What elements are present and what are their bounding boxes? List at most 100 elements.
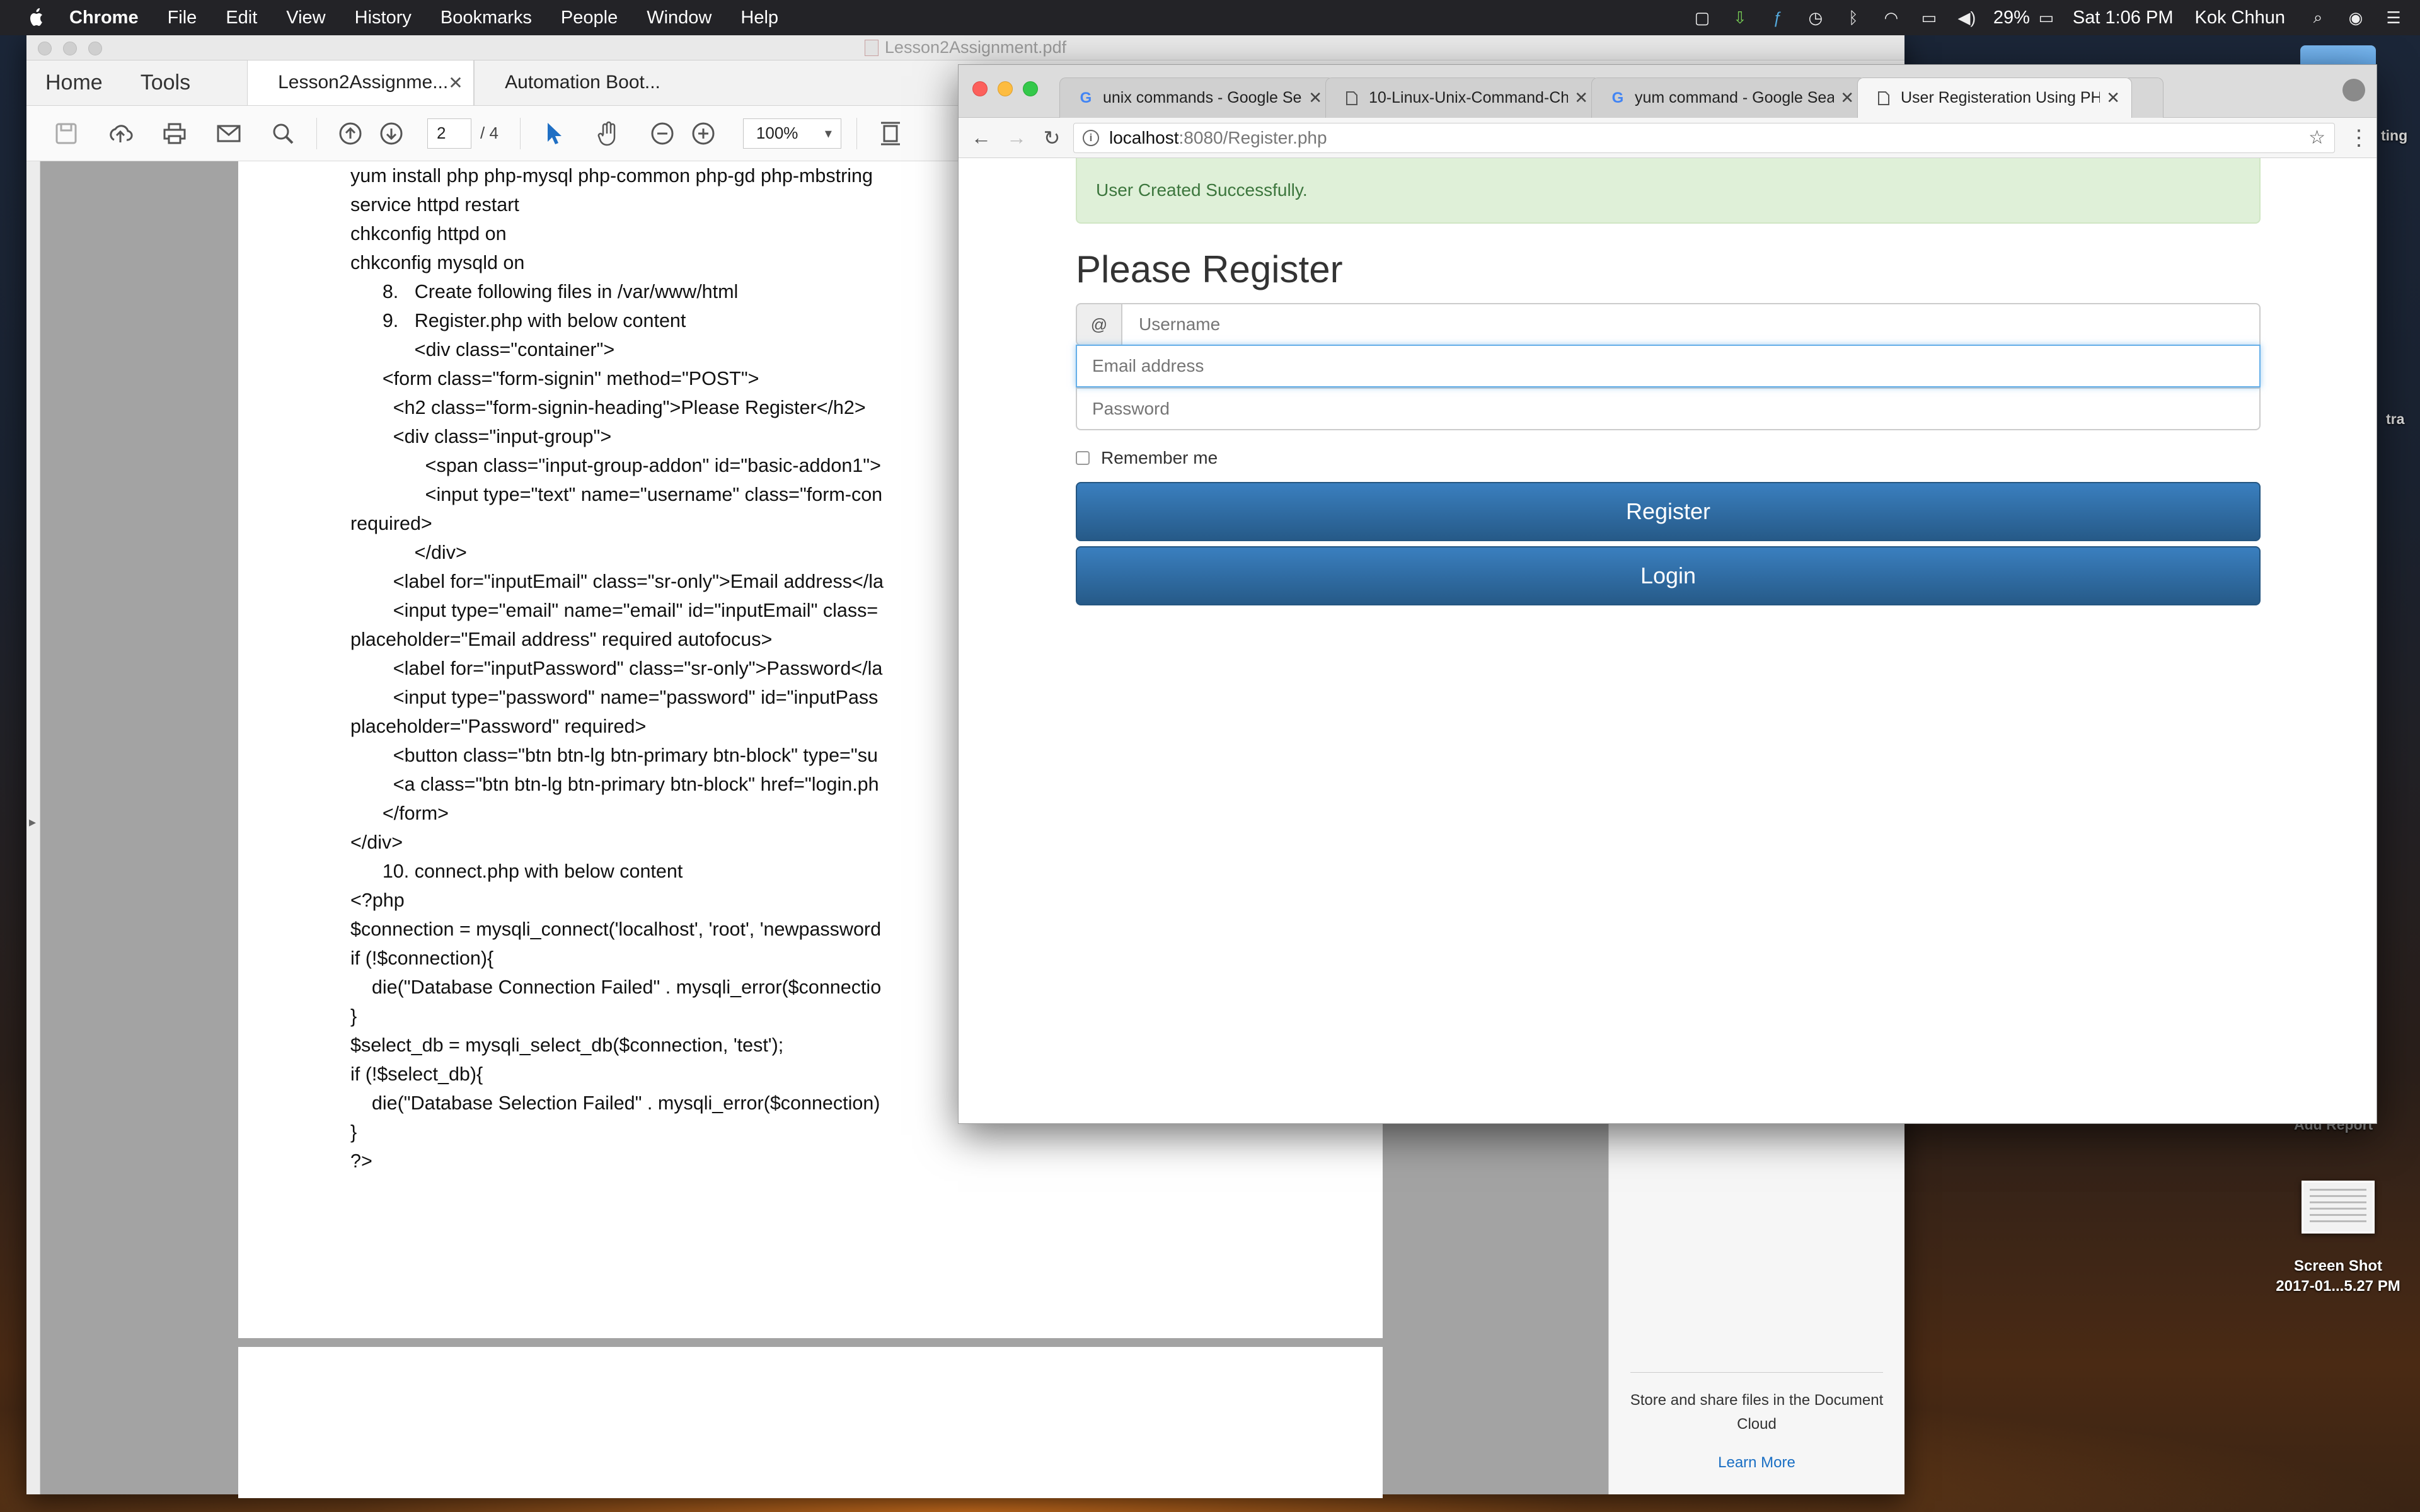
save-icon[interactable] bbox=[52, 120, 80, 147]
address-bar[interactable]: i localhost:8080/Register.php ☆ bbox=[1073, 122, 2335, 153]
pdf-text-line: $select_db = mysqli_select_db($connectio… bbox=[350, 1034, 784, 1056]
apple-icon[interactable] bbox=[24, 0, 49, 35]
battery-icon[interactable]: ▭ bbox=[2035, 8, 2058, 27]
notification-center-icon[interactable]: ☰ bbox=[2382, 8, 2405, 27]
learn-more-link[interactable]: Learn More bbox=[1609, 1454, 1904, 1472]
menu-bookmarks[interactable]: Bookmarks bbox=[441, 8, 532, 28]
screenshot-file-label[interactable]: Screen Shot 2017-01...5.27 PM bbox=[2244, 1256, 2420, 1297]
close-window-button[interactable] bbox=[972, 81, 988, 96]
email-icon[interactable] bbox=[215, 120, 243, 147]
pdf-text-line: if (!$select_db){ bbox=[350, 1063, 483, 1085]
zoom-in-icon[interactable] bbox=[689, 120, 717, 147]
close-icon[interactable]: ✕ bbox=[1574, 88, 1588, 108]
menu-file[interactable]: File bbox=[168, 8, 197, 28]
browser-tab-unix-commands[interactable]: G unix commands - Google Search ✕ bbox=[1059, 77, 1334, 118]
search-icon[interactable] bbox=[269, 120, 297, 147]
username-input[interactable] bbox=[1122, 303, 2261, 346]
menu-window[interactable]: Window bbox=[647, 8, 712, 28]
pdf-text-line: <form class="form-signin" method="POST"> bbox=[350, 368, 759, 389]
pdf-text-line: 10. connect.php with below content bbox=[350, 861, 683, 882]
pdf-text-line: die("Database Selection Failed" . mysqli… bbox=[350, 1092, 880, 1114]
menu-people[interactable]: People bbox=[561, 8, 618, 28]
page-title: Please Register bbox=[1076, 248, 1343, 290]
screenshot-file-icon[interactable] bbox=[2302, 1181, 2375, 1234]
tab-title: unix commands - Google Search bbox=[1103, 89, 1302, 106]
screenshot-name: Screen Shot bbox=[2293, 1257, 2383, 1274]
previous-page-icon[interactable] bbox=[337, 120, 364, 147]
browser-tab-linux-cheat[interactable]: 10-Linux-Unix-Command-Cheat ✕ bbox=[1325, 77, 1600, 118]
page-number-input[interactable]: 2 bbox=[427, 118, 471, 149]
pdf-text-line: required> bbox=[350, 513, 432, 534]
tab-home[interactable]: Home bbox=[26, 60, 122, 105]
select-cursor-icon[interactable] bbox=[540, 120, 568, 147]
pdf-text-line: placeholder="Email address" required aut… bbox=[350, 629, 773, 650]
doc-tab-lesson2[interactable]: Lesson2Assignme... ✕ bbox=[247, 60, 475, 105]
zoom-out-icon[interactable] bbox=[648, 120, 676, 147]
login-button[interactable]: Login bbox=[1076, 546, 2261, 605]
spotlight-search-icon[interactable]: ⌕ bbox=[2307, 8, 2329, 27]
expand-arrow-icon[interactable]: ▸ bbox=[29, 814, 36, 830]
volume-icon[interactable]: ◀) bbox=[1956, 8, 1978, 27]
doc-tab-automation[interactable]: Automation Boot... bbox=[474, 60, 701, 105]
doc-tab-label: Lesson2Assignme... bbox=[278, 72, 449, 93]
download-icon[interactable]: ⇩ bbox=[1729, 8, 1751, 27]
tab-tools[interactable]: Tools bbox=[122, 60, 209, 105]
close-icon[interactable]: ✕ bbox=[1840, 88, 1854, 108]
time-machine-icon[interactable]: ◷ bbox=[1804, 8, 1827, 27]
reload-icon[interactable]: ↻ bbox=[1039, 125, 1064, 151]
minimize-window-button[interactable] bbox=[998, 81, 1013, 96]
close-icon[interactable]: ✕ bbox=[1308, 88, 1322, 108]
hand-tool-icon[interactable] bbox=[594, 120, 622, 147]
pdf-text-line: <button class="btn btn-lg btn-primary bt… bbox=[350, 745, 878, 766]
chrome-menu-icon[interactable]: ⋮ bbox=[2346, 125, 2371, 151]
desktop-label-fragment: ting bbox=[2381, 127, 2408, 144]
menu-app-name[interactable]: Chrome bbox=[69, 8, 139, 28]
menu-history[interactable]: History bbox=[355, 8, 412, 28]
menu-view[interactable]: View bbox=[286, 8, 325, 28]
siri-icon[interactable]: ◉ bbox=[2344, 8, 2367, 27]
username-addon: @ bbox=[1076, 303, 1122, 346]
close-icon[interactable]: ✕ bbox=[2106, 88, 2120, 108]
pdf-text-line: yum install php php-mysql php-common php… bbox=[350, 165, 873, 186]
password-input[interactable] bbox=[1076, 387, 2261, 430]
forward-arrow-icon[interactable]: → bbox=[1004, 125, 1029, 151]
zoom-window-button[interactable] bbox=[88, 42, 102, 55]
menu-clock[interactable]: Sat 1:06 PM bbox=[2073, 8, 2174, 28]
profile-avatar-icon[interactable] bbox=[2342, 79, 2365, 101]
bookmark-star-icon[interactable]: ☆ bbox=[2308, 127, 2325, 149]
zoom-window-button[interactable] bbox=[1023, 81, 1038, 96]
fit-page-icon[interactable] bbox=[877, 120, 904, 147]
close-window-button[interactable] bbox=[38, 42, 52, 55]
pdf-text-line: </div> bbox=[350, 542, 467, 563]
print-icon[interactable] bbox=[161, 120, 188, 147]
screenshot-date: 2017-01...5.27 PM bbox=[2276, 1278, 2400, 1295]
pdf-text-line: ?> bbox=[350, 1150, 372, 1172]
menu-user[interactable]: Kok Chhun bbox=[2195, 8, 2286, 28]
remember-me-checkbox[interactable]: Remember me bbox=[1076, 448, 1218, 468]
bluetooth-icon[interactable]: ᛒ bbox=[1842, 8, 1865, 27]
desktop-label-fragment: tra bbox=[2386, 411, 2405, 427]
navigation-pane-toggle[interactable]: ▸ bbox=[26, 161, 40, 1494]
menu-help[interactable]: Help bbox=[740, 8, 778, 28]
browser-tab-yum-command[interactable]: G yum command - Google Search ✕ bbox=[1591, 77, 1866, 118]
menu-edit[interactable]: Edit bbox=[226, 8, 257, 28]
sync-icon[interactable]: ƒ bbox=[1766, 8, 1789, 27]
email-input[interactable] bbox=[1076, 345, 2261, 387]
wifi-icon[interactable]: ◠ bbox=[1880, 8, 1903, 27]
upload-icon[interactable] bbox=[107, 120, 134, 147]
next-page-icon[interactable] bbox=[377, 120, 405, 147]
site-info-icon[interactable]: i bbox=[1083, 129, 1099, 146]
back-arrow-icon[interactable]: ← bbox=[969, 125, 994, 151]
zoom-level-select[interactable]: 100% bbox=[742, 118, 841, 149]
pdf-text-line: </div> bbox=[350, 832, 403, 853]
close-icon[interactable]: ✕ bbox=[448, 72, 463, 93]
browser-tab-user-registration[interactable]: User Registeration Using PHP ✕ bbox=[1857, 77, 2132, 118]
minimize-window-button[interactable] bbox=[63, 42, 77, 55]
pdf-text-line: <input type="password" name="password" i… bbox=[350, 687, 879, 708]
cloud-icon[interactable]: ▢ bbox=[1691, 8, 1714, 27]
airplay-icon[interactable]: ▭ bbox=[1918, 8, 1940, 27]
checkbox[interactable] bbox=[1076, 451, 1090, 465]
document-cloud-text: Store and share files in the Document Cl… bbox=[1630, 1392, 1884, 1433]
tab-title: User Registeration Using PHP bbox=[1901, 89, 2100, 106]
register-button[interactable]: Register bbox=[1076, 482, 2261, 541]
